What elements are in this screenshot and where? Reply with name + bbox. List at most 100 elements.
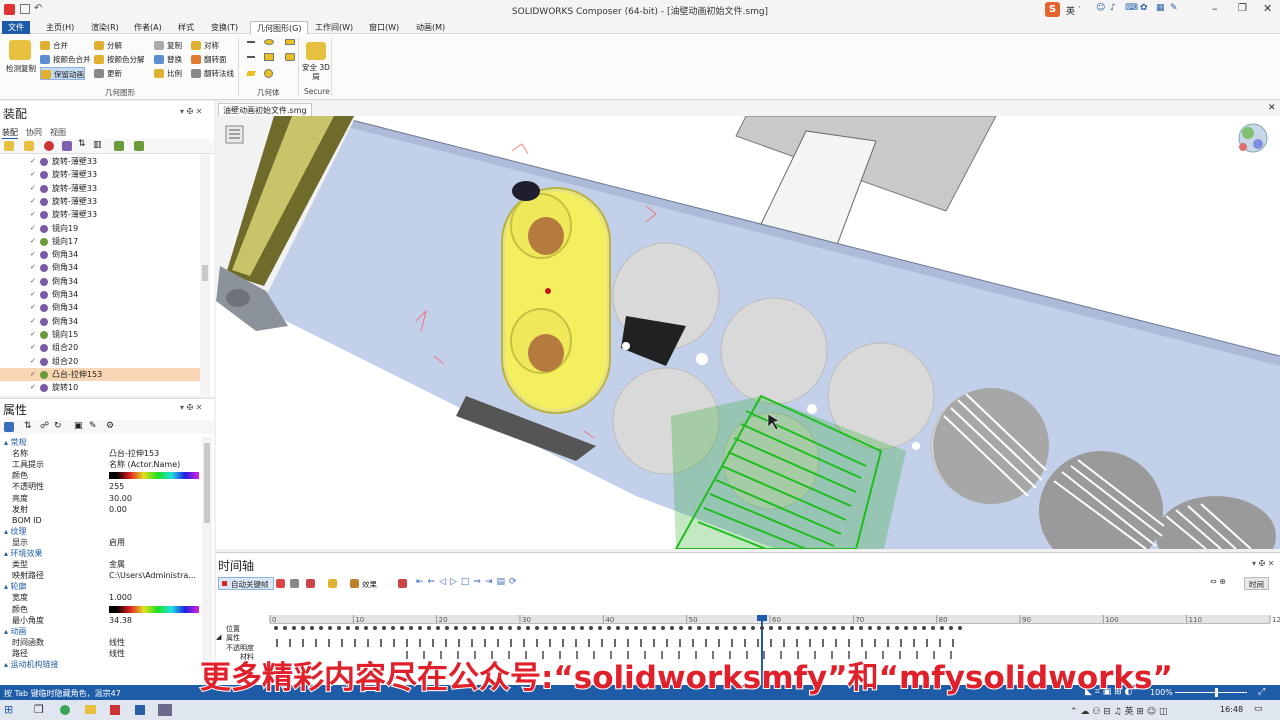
tree-item[interactable]: ✓ 旋转-薄壁33	[0, 195, 200, 208]
color-picker[interactable]	[109, 605, 199, 613]
sphere-icon[interactable]	[264, 69, 273, 78]
menu-style[interactable]: 样式	[172, 21, 200, 34]
merge-button[interactable]: 合并	[40, 39, 68, 52]
tree-item[interactable]: ✓ 镜向17	[0, 235, 200, 248]
tree-item[interactable]: ✓ 倒角34	[0, 261, 200, 274]
flip-face-button[interactable]: 翻转面	[191, 53, 227, 66]
explorer-taskbar-icon[interactable]	[85, 705, 96, 714]
ime-keyboard-icon[interactable]: ⌨	[1125, 3, 1138, 13]
property-value[interactable]: 34.38	[109, 615, 132, 626]
property-value[interactable]: 1.000	[109, 592, 132, 603]
tree-item[interactable]: ✓ 组合20	[0, 341, 200, 354]
visibility-checkbox[interactable]: ✓	[30, 291, 37, 298]
property-value[interactable]: 名称 (Actor.Name)	[109, 459, 180, 470]
keep-animation-button[interactable]: 保留动画	[40, 67, 85, 80]
pin-icon[interactable]: ▾ ✠ ✕	[180, 107, 203, 116]
property-row[interactable]: 名称 凸台-拉伸153	[0, 448, 205, 459]
browser-taskbar-icon[interactable]	[60, 705, 70, 715]
properties-pin-icon[interactable]: ▾ ✠ ✕	[180, 403, 203, 412]
minimize-icon[interactable]: –	[1212, 2, 1218, 15]
tree-item[interactable]: ✓ 组合20	[0, 355, 200, 368]
columns-icon[interactable]: ▥	[93, 140, 102, 150]
detect-copy-button[interactable]: 检测复制	[4, 64, 38, 73]
ime-skin-icon[interactable]: ✿	[1140, 3, 1148, 13]
tree-item[interactable]: ✓ 旋转-薄壁33	[0, 182, 200, 195]
collapse-icon[interactable]	[62, 141, 72, 151]
visibility-checkbox[interactable]: ✓	[30, 224, 37, 232]
visibility-checkbox[interactable]: ✓	[30, 304, 37, 311]
menu-author[interactable]: 作者(A)	[128, 21, 168, 34]
ime-voice-icon[interactable]: ♪	[1110, 3, 1116, 13]
property-section[interactable]: ▴ 轮廓	[0, 581, 205, 592]
explode-button[interactable]: 分解	[94, 39, 122, 52]
visibility-icon[interactable]	[134, 141, 144, 151]
select-mode-icon[interactable]	[4, 141, 14, 151]
visibility-checkbox[interactable]: ✓	[30, 237, 37, 245]
explode-by-color-button[interactable]: 按颜色分解	[94, 53, 145, 66]
visibility-checkbox[interactable]: ✓	[30, 277, 37, 285]
visibility-checkbox[interactable]: ✓	[30, 171, 37, 178]
menu-workshops[interactable]: 工作间(W)	[309, 21, 359, 34]
menu-home[interactable]: 主页(H)	[40, 21, 80, 34]
properties-view-icon[interactable]	[4, 422, 14, 432]
menu-geometry[interactable]: 几何图形(G)	[250, 21, 309, 34]
properties-scroll-thumb[interactable]	[204, 443, 210, 523]
tab-views[interactable]: 视图	[50, 127, 66, 138]
3d-viewport[interactable]	[216, 116, 1280, 549]
property-row[interactable]: 映射路径 C:\Users\Administra...	[0, 570, 205, 581]
update-button[interactable]: 更新	[94, 67, 122, 80]
visibility-checkbox[interactable]: ✓	[30, 357, 37, 365]
property-section[interactable]: ▴ 动画	[0, 626, 205, 637]
frame-icon[interactable]: ▣	[74, 421, 83, 431]
ime-language[interactable]: 英	[1066, 4, 1075, 17]
visibility-checkbox[interactable]: ✓	[30, 370, 37, 378]
tree-item[interactable]: ✓ 凸台-拉伸153	[0, 367, 200, 382]
tree-item[interactable]: ✓ 镜向15	[0, 328, 200, 341]
cylinder-icon[interactable]	[264, 53, 274, 61]
property-row[interactable]: 颜色	[0, 604, 205, 615]
cube-icon[interactable]	[285, 53, 295, 61]
property-row[interactable]: 宽度 1.000	[0, 592, 205, 603]
visibility-checkbox[interactable]: ✓	[30, 317, 37, 325]
visibility-checkbox[interactable]: ✓	[30, 158, 37, 165]
ime-emoji-icon[interactable]: ☺	[1096, 3, 1105, 13]
secure-3d-button[interactable]: 安全 3D 局	[302, 63, 330, 81]
menu-window[interactable]: 窗口(W)	[363, 21, 405, 34]
view-cube[interactable]	[1238, 123, 1268, 153]
tree-item[interactable]: ✓ 旋转-薄壁33	[0, 155, 200, 168]
document-tab[interactable]: 油壁动画初始文件.smg	[218, 103, 312, 116]
merge-by-color-button[interactable]: 按颜色合并	[40, 53, 91, 66]
menu-render[interactable]: 渲染(R)	[85, 21, 125, 34]
tree-item[interactable]: ✓ 倒角34	[0, 288, 200, 301]
task-view-icon[interactable]: ❐	[34, 703, 44, 716]
property-value[interactable]: C:\Users\Administra...	[109, 570, 196, 581]
property-row[interactable]: 亮度 30.00	[0, 493, 205, 504]
sort-properties-icon[interactable]: ⇅	[24, 421, 32, 431]
ime-grid-icon[interactable]: ▦	[1156, 3, 1165, 13]
viewport-menu-button[interactable]	[225, 125, 244, 144]
property-row[interactable]: 最小角度 34.38	[0, 615, 205, 626]
refresh-icon[interactable]: ↻	[54, 421, 62, 431]
windows-start-icon[interactable]: ⊞	[4, 703, 13, 716]
visibility-checkbox[interactable]: ✓	[30, 184, 37, 192]
visibility-checkbox[interactable]: ✓	[30, 211, 37, 218]
menu-file[interactable]: 文件	[2, 21, 30, 34]
property-row[interactable]: 路径 线性	[0, 648, 205, 659]
tree-item[interactable]: ✓ 倒角34	[0, 248, 200, 261]
property-value[interactable]: 启用	[109, 537, 125, 548]
visibility-checkbox[interactable]: ✓	[30, 197, 37, 205]
property-row[interactable]: BOM ID	[0, 515, 205, 526]
property-value[interactable]: 线性	[109, 637, 125, 648]
solidworks-taskbar-icon[interactable]	[110, 705, 120, 715]
color-picker[interactable]	[109, 472, 199, 480]
restore-icon[interactable]: ❐	[1238, 3, 1247, 14]
ellipse-icon[interactable]	[264, 39, 274, 45]
property-value[interactable]: 255	[109, 481, 124, 492]
notification-icon[interactable]: ▭	[1254, 704, 1263, 714]
document-close-icon[interactable]: ✕	[1268, 103, 1276, 113]
properties-scrollbar[interactable]	[202, 437, 212, 682]
smart-select-icon[interactable]	[24, 141, 34, 151]
property-section[interactable]: ▴ 纹理	[0, 526, 205, 537]
property-section[interactable]: ▴ 运动机构链接	[0, 659, 205, 670]
property-row[interactable]: 不透明性 255	[0, 481, 205, 492]
